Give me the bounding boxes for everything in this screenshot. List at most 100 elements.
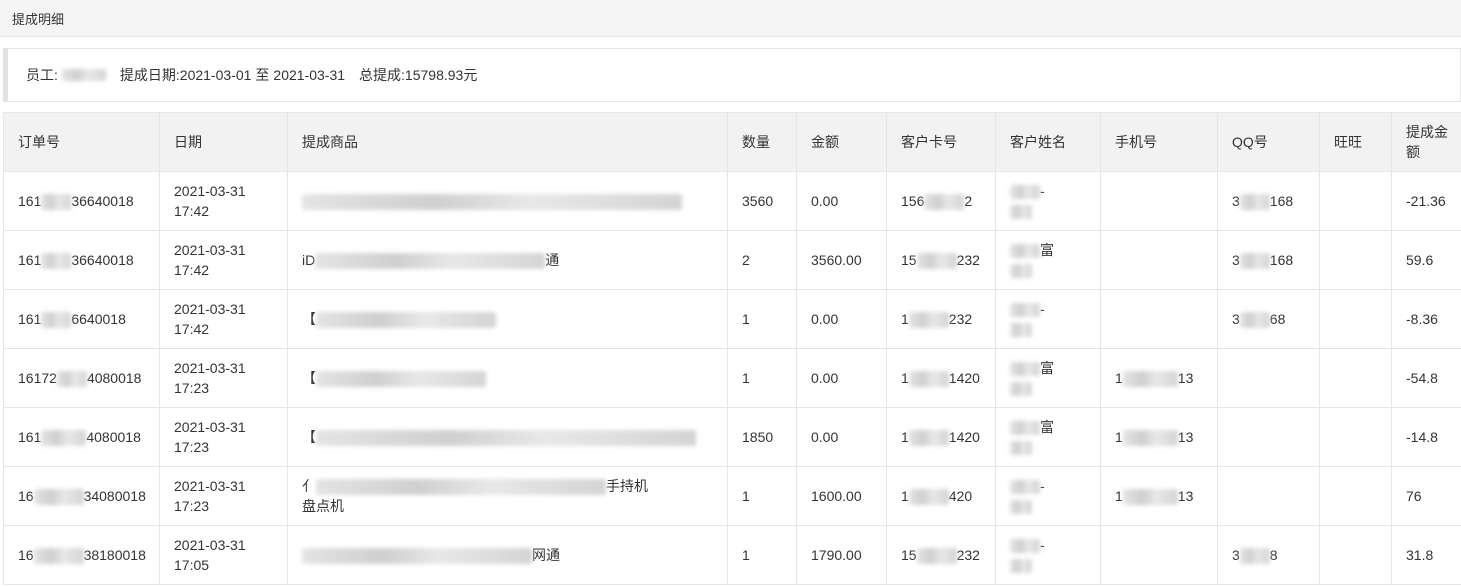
phone-cell	[1100, 525, 1218, 585]
total-label: 总提成:	[359, 67, 405, 83]
total-commission: 总提成: 15798.93元	[359, 65, 477, 85]
wangwang-cell	[1319, 407, 1392, 467]
table-row[interactable]: 161 36640018 2021-03-31 17:42 3560 0.00 15…	[3, 171, 1461, 231]
date-to: 2021-03-31	[273, 67, 346, 83]
phone-cell: 1 13	[1100, 407, 1218, 467]
card-suffix: 1420	[948, 429, 980, 445]
col-phone[interactable]: 手机号	[1100, 112, 1218, 172]
col-order-no[interactable]: 订单号	[3, 112, 160, 172]
product-line2: 盘点机	[302, 498, 344, 514]
customer-name-redacted	[1010, 539, 1040, 554]
customer-name-redacted-2	[1010, 323, 1032, 338]
phone-suffix: 13	[1177, 429, 1194, 445]
card-redacted	[916, 253, 957, 270]
time-value: 17:23	[174, 439, 210, 455]
product-redacted	[316, 312, 496, 329]
col-amount[interactable]: 金额	[796, 112, 887, 172]
qq-suffix: 168	[1269, 193, 1294, 209]
col-customer-name[interactable]: 客户姓名	[995, 112, 1101, 172]
date-value: 2021-03-31	[174, 360, 246, 376]
order-prefix: 161	[18, 429, 42, 445]
order-suffix: 4080018	[86, 429, 141, 445]
qq-suffix: 168	[1269, 252, 1294, 268]
card-suffix: 1420	[948, 370, 980, 386]
time-value: 17:42	[174, 321, 210, 337]
order-prefix: 16172	[18, 370, 57, 386]
customer-name-cell: -	[995, 289, 1101, 349]
col-product[interactable]: 提成商品	[287, 112, 728, 172]
phone-prefix: 1	[1115, 488, 1123, 504]
table-row[interactable]: 16172 4080018 2021-03-31 17:23 【 1 0.00 11…	[3, 348, 1461, 408]
card-number-cell: 15 232	[886, 525, 996, 585]
employee-label: 员工:	[26, 67, 58, 83]
card-prefix: 15	[901, 252, 917, 268]
order-redacted	[41, 194, 72, 211]
col-qq[interactable]: QQ号	[1217, 112, 1320, 172]
order-number-cell: 16172 4080018	[3, 348, 160, 408]
product-cell	[287, 171, 728, 231]
customer-name-redacted-2	[1010, 264, 1032, 279]
product-cell: 【	[287, 289, 728, 349]
order-number-cell: 16 38180018	[3, 525, 160, 585]
table-row[interactable]: 16 38180018 2021-03-31 17:05 网通 1 1790.00 …	[3, 525, 1461, 585]
date-cell: 2021-03-31 17:42	[159, 230, 288, 290]
order-number-cell: 161 36640018	[3, 171, 160, 231]
col-quantity[interactable]: 数量	[727, 112, 797, 172]
product-redacted	[316, 430, 696, 447]
phone-prefix: 1	[1115, 370, 1123, 386]
amount-cell: 1600.00	[796, 466, 887, 526]
product-suffix: 手持机	[606, 478, 648, 494]
card-number-cell: 1 1420	[886, 407, 996, 467]
qq-prefix: 3	[1232, 547, 1240, 563]
name-fragment: -	[1040, 478, 1045, 494]
page-title: 提成明细	[12, 11, 65, 27]
order-prefix: 161	[18, 193, 42, 209]
order-prefix: 16	[18, 488, 34, 504]
customer-name-redacted-2	[1010, 559, 1032, 574]
card-suffix: 2	[964, 193, 973, 209]
date-separator: 至	[255, 67, 270, 83]
customer-name-cell: 富	[995, 230, 1101, 290]
card-redacted	[908, 430, 949, 447]
time-value: 17:05	[174, 557, 210, 573]
order-number-cell: 16 34080018	[3, 466, 160, 526]
table-row[interactable]: 161 36640018 2021-03-31 17:42 iD 通 2 3560.0…	[3, 230, 1461, 290]
col-date[interactable]: 日期	[159, 112, 288, 172]
product-suffix: 通	[545, 252, 560, 268]
quantity-cell: 1	[727, 348, 797, 408]
date-value: 2021-03-31	[174, 419, 246, 435]
date-cell: 2021-03-31 17:42	[159, 289, 288, 349]
order-suffix: 34080018	[83, 488, 146, 504]
table-row[interactable]: 16 34080018 2021-03-31 17:23 亻 手持机 盘点机 1 160…	[3, 466, 1461, 526]
name-fragment: 富	[1040, 242, 1054, 258]
time-value: 17:42	[174, 262, 210, 278]
col-commission[interactable]: 提成金额	[1391, 112, 1461, 172]
customer-name-redacted-2	[1010, 441, 1032, 456]
product-cell: iD 通	[287, 230, 728, 290]
order-prefix: 161	[18, 252, 42, 268]
quantity-cell: 1	[727, 466, 797, 526]
customer-name-redacted	[1010, 421, 1040, 436]
date-cell: 2021-03-31 17:23	[159, 348, 288, 408]
card-redacted	[916, 548, 957, 565]
wangwang-cell	[1319, 289, 1392, 349]
quantity-cell: 1	[727, 525, 797, 585]
product-prefix: 【	[302, 429, 316, 445]
table-row[interactable]: 161 4080018 2021-03-31 17:23 【 1850 0.00 1…	[3, 407, 1461, 467]
customer-name-redacted	[1010, 185, 1040, 200]
qq-redacted	[1239, 253, 1270, 270]
total-value: 15798.93元	[404, 67, 478, 83]
phone-redacted	[1122, 430, 1178, 447]
qq-cell: 3 168	[1217, 230, 1320, 290]
date-cell: 2021-03-31 17:05	[159, 525, 288, 585]
col-card-no[interactable]: 客户卡号	[886, 112, 996, 172]
wangwang-cell	[1319, 525, 1392, 585]
customer-name-cell: -	[995, 171, 1101, 231]
table-row[interactable]: 161 6640018 2021-03-31 17:42 【 1 0.00 1 232…	[3, 289, 1461, 349]
commission-table: 订单号 日期 提成商品 数量 金额 客户卡号 客户姓名 手机号 QQ号 旺旺 提…	[3, 112, 1461, 585]
col-wangwang[interactable]: 旺旺	[1319, 112, 1392, 172]
name-fragment: 富	[1040, 360, 1054, 376]
date-cell: 2021-03-31 17:23	[159, 466, 288, 526]
customer-name-cell: -	[995, 525, 1101, 585]
card-prefix: 1	[901, 429, 909, 445]
